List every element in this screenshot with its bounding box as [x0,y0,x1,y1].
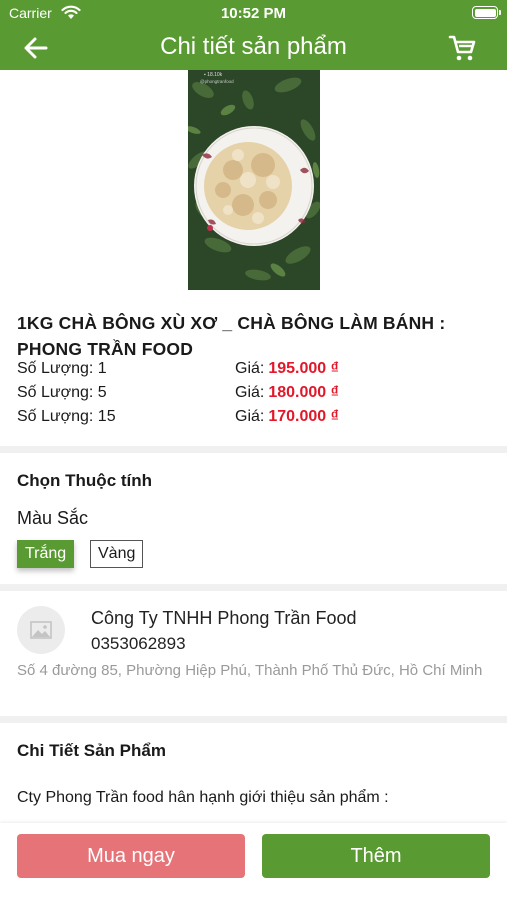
quantity-label: Số Lượng: 15 [17,408,116,425]
product-details-text: Cty Phong Trần food hân hạnh giới thiệu … [17,789,389,806]
buy-now-button[interactable]: Mua ngay [17,834,245,878]
section-divider [0,446,507,453]
bottom-action-bar: Mua ngay Thêm [0,823,507,900]
price-row: Số Lượng: 5 Giá: 180.000 ₫ [17,384,487,408]
attributes-title: Chọn Thuộc tính [17,471,153,490]
price-table: Số Lượng: 1 Giá: 195.000 ₫ Số Lượng: 5 Gi… [17,360,487,432]
shop-name[interactable]: Công Ty TNHH Phong Trần Food [91,608,356,629]
top-bar: Carrier 10:52 PM Chi tiết sản phẩm [0,0,507,70]
cart-icon[interactable] [447,33,477,63]
color-attribute-label: Màu Sắc [17,508,89,528]
product-name: 1KG CHÀ BÔNG XÙ XƠ _ CHÀ BÔNG LÀM BÁNH :… [17,313,446,359]
quantity-label: Số Lượng: 5 [17,384,107,401]
quantity-label: Số Lượng: 1 [17,360,107,377]
price-row: Số Lượng: 1 Giá: 195.000 ₫ [17,360,487,384]
battery-icon [472,6,501,19]
price-value: 195.000 ₫ [268,360,339,377]
page-title: Chi tiết sản phẩm [160,33,347,60]
shop-phone[interactable]: 0353062893 [91,634,186,654]
price-label: Giá: 180.000 ₫ [235,384,339,401]
product-image[interactable]: ▪ 18.10k @phongtranfood [188,70,320,290]
status-bar: Carrier 10:52 PM [0,0,507,26]
add-to-cart-button[interactable]: Thêm [262,834,490,878]
status-time: 10:52 PM [220,5,287,22]
price-value: 170.000 ₫ [268,408,339,425]
color-option-vang[interactable]: Vàng [90,540,144,568]
color-option-trang[interactable]: Trắng [17,540,75,568]
nav-bar: Chi tiết sản phẩm [0,26,507,70]
svg-text:@phongtranfood: @phongtranfood [200,79,234,84]
section-divider [0,584,507,591]
price-row: Số Lượng: 15 Giá: 170.000 ₫ [17,408,487,432]
image-placeholder-icon [30,621,52,639]
price-label: Giá: 170.000 ₫ [235,408,339,425]
product-details-title: Chi Tiết Sản Phẩm [17,741,166,760]
section-divider [0,716,507,723]
svg-text:▪ 18.10k: ▪ 18.10k [204,72,223,78]
price-label: Giá: 195.000 ₫ [235,360,339,377]
shop-avatar[interactable] [17,606,65,654]
shop-address: Số 4 đường 85, Phường Hiệp Phú, Thành Ph… [17,662,483,679]
product-photo: ▪ 18.10k @phongtranfood [188,70,320,290]
price-value: 180.000 ₫ [268,384,339,401]
